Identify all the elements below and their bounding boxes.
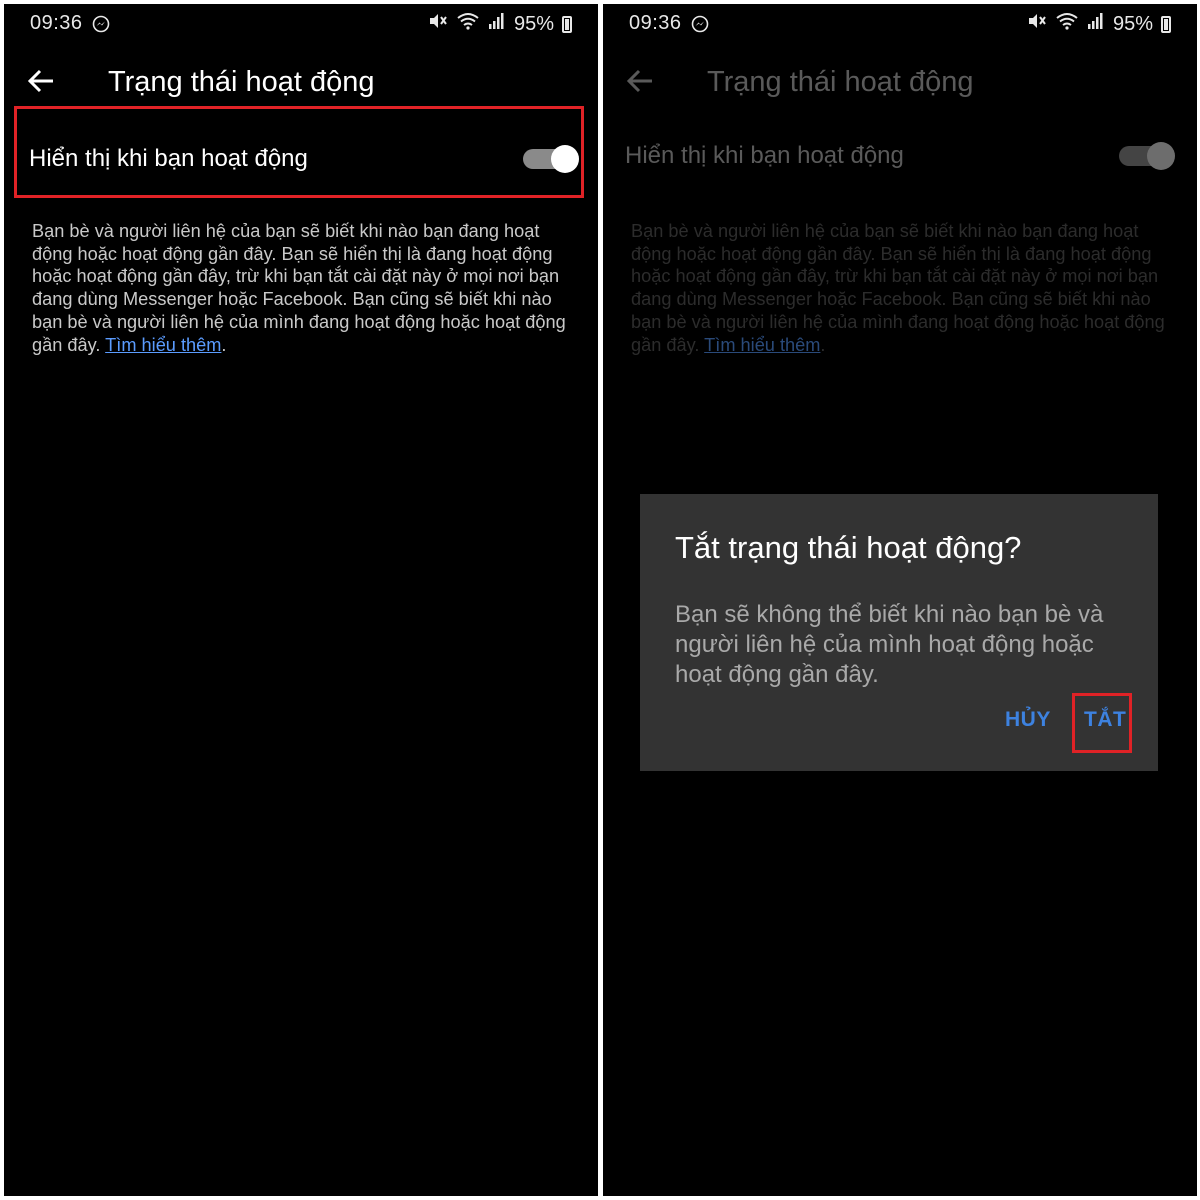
signal-icon bbox=[1087, 12, 1105, 36]
active-status-label: Hiển thị khi bạn hoạt động bbox=[29, 145, 308, 172]
app-bar: Trạng thái hoạt động bbox=[603, 60, 1197, 110]
page-title: Trạng thái hoạt động bbox=[707, 66, 974, 98]
description-suffix: . bbox=[820, 334, 826, 355]
toggle-knob bbox=[1147, 142, 1175, 170]
status-time: 09:36 bbox=[30, 12, 83, 34]
mute-icon bbox=[428, 12, 448, 36]
toggle-knob bbox=[551, 145, 579, 173]
status-icons: 95% bbox=[1027, 12, 1171, 36]
status-icons: 95% bbox=[428, 12, 572, 36]
status-bar: 09:36 95% bbox=[603, 12, 1197, 40]
active-status-setting-row[interactable]: Hiển thị khi bạn hoạt động bbox=[14, 106, 584, 198]
wifi-icon bbox=[456, 12, 480, 36]
active-status-label: Hiển thị khi bạn hoạt động bbox=[625, 142, 904, 169]
messenger-icon bbox=[691, 15, 709, 39]
battery-percent: 95% bbox=[513, 12, 554, 35]
dialog-body: Bạn sẽ không thể biết khi nào bạn bè và … bbox=[675, 601, 1104, 688]
mute-icon bbox=[1027, 12, 1047, 36]
app-bar: Trạng thái hoạt động bbox=[4, 60, 598, 110]
turn-off-dialog: Tắt trạng thái hoạt động? Bạn sẽ không t… bbox=[640, 494, 1158, 771]
battery-percent: 95% bbox=[1112, 12, 1153, 35]
active-status-toggle[interactable] bbox=[1119, 142, 1175, 170]
description-suffix: . bbox=[221, 334, 227, 355]
setting-description: Bạn bè và người liên hệ của bạn sẽ biết … bbox=[32, 220, 577, 356]
battery-icon bbox=[562, 15, 572, 33]
dialog-title: Tắt trạng thái hoạt động? bbox=[675, 530, 1022, 565]
status-bar: 09:36 95% bbox=[4, 12, 598, 40]
learn-more-link[interactable]: Tìm hiểu thêm bbox=[704, 335, 820, 355]
settings-screen: 09:36 95% Trạng thái hoạt động Hiển thị … bbox=[4, 4, 598, 1196]
battery-icon bbox=[1161, 15, 1171, 33]
messenger-icon bbox=[92, 15, 110, 39]
page-title: Trạng thái hoạt động bbox=[108, 66, 375, 98]
cancel-button[interactable]: HỦY bbox=[1005, 708, 1051, 732]
setting-description: Bạn bè và người liên hệ của bạn sẽ biết … bbox=[631, 220, 1176, 356]
active-status-toggle[interactable] bbox=[523, 145, 579, 173]
arrow-left-icon[interactable] bbox=[26, 66, 66, 102]
turn-off-highlight bbox=[1072, 693, 1132, 753]
settings-screen-with-dialog: 09:36 95% Trạng thái hoạt động Hiển thị … bbox=[603, 4, 1197, 1196]
status-time: 09:36 bbox=[629, 12, 682, 34]
signal-icon bbox=[488, 12, 506, 36]
learn-more-link[interactable]: Tìm hiểu thêm bbox=[105, 335, 221, 355]
wifi-icon bbox=[1055, 12, 1079, 36]
arrow-left-icon[interactable] bbox=[625, 66, 665, 102]
active-status-setting-row[interactable]: Hiển thị khi bạn hoạt động bbox=[613, 106, 1183, 198]
